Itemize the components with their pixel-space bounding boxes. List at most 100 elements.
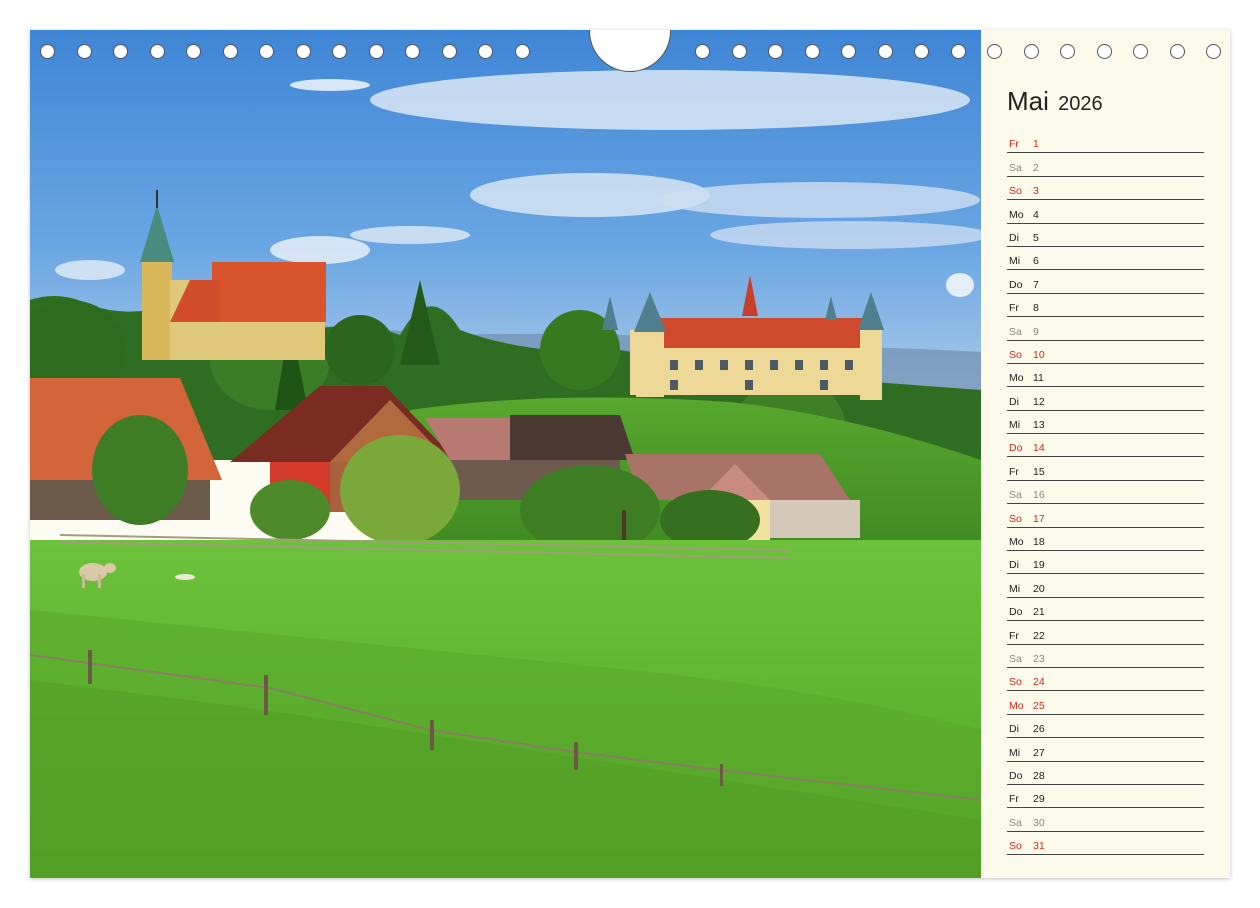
day-number: 9	[1033, 325, 1039, 338]
day-row: So 31	[1007, 832, 1204, 856]
day-row: Fr 15	[1007, 457, 1204, 481]
day-row: Di 26	[1007, 715, 1204, 739]
day-row: Mo 11	[1007, 364, 1204, 388]
day-number: 18	[1033, 536, 1045, 549]
weekday-label: Di	[1009, 395, 1019, 408]
day-number: 25	[1033, 699, 1045, 712]
weekday-label: Fr	[1009, 629, 1019, 642]
day-number: 3	[1033, 185, 1039, 198]
day-row: Mo 18	[1007, 528, 1204, 552]
day-row: Di 19	[1007, 551, 1204, 575]
day-row: Di 12	[1007, 387, 1204, 411]
day-number: 8	[1033, 302, 1039, 315]
day-number: 13	[1033, 419, 1045, 432]
weekday-label: Di	[1009, 723, 1019, 736]
day-number: 15	[1033, 465, 1045, 478]
weekday-label: Do	[1009, 606, 1023, 619]
day-row: Do 7	[1007, 270, 1204, 294]
day-number: 5	[1033, 231, 1039, 244]
day-row: So 3	[1007, 177, 1204, 201]
year: 2026	[1058, 93, 1103, 115]
day-row: Do 21	[1007, 598, 1204, 622]
day-number: 19	[1033, 559, 1045, 572]
day-number: 2	[1033, 161, 1039, 174]
day-number: 23	[1033, 652, 1045, 665]
weekday-label: So	[1009, 676, 1022, 689]
landscape-photo	[30, 30, 981, 878]
day-row: So 17	[1007, 504, 1204, 528]
weekday-label: Sa	[1009, 489, 1022, 502]
day-row: Do 14	[1007, 434, 1204, 458]
month-name: Mai	[1007, 86, 1049, 116]
day-row: So 24	[1007, 668, 1204, 692]
weekday-label: Mi	[1009, 582, 1021, 595]
day-number: 28	[1033, 769, 1045, 782]
day-number: 11	[1033, 372, 1044, 385]
weekday-label: Mo	[1009, 372, 1024, 385]
day-row: Sa 16	[1007, 481, 1204, 505]
weekday-label: Sa	[1009, 816, 1022, 829]
weekday-label: Mo	[1009, 699, 1024, 712]
day-row: Fr 22	[1007, 621, 1204, 645]
weekday-label: Do	[1009, 278, 1023, 291]
day-row: Sa 23	[1007, 645, 1204, 668]
weekday-label: Fr	[1009, 465, 1019, 478]
calendar-page: Mai 2026 Fr 1 Sa 2 So 3 Mo 4 Di 5 Mi 6 Do 7 Fr 8 Sa 9 So 10…	[30, 30, 1230, 878]
weekday-label: Sa	[1009, 325, 1022, 338]
day-row: Fr 1	[1007, 130, 1204, 154]
day-number: 29	[1033, 793, 1045, 806]
day-row: Mi 27	[1007, 738, 1204, 762]
day-number: 26	[1033, 723, 1045, 736]
weekday-label: So	[1009, 348, 1022, 361]
day-row: Mo 25	[1007, 691, 1204, 715]
day-number: 30	[1033, 816, 1045, 829]
weekday-label: Di	[1009, 559, 1019, 572]
day-number: 22	[1033, 629, 1045, 642]
day-row: Mi 6	[1007, 247, 1204, 271]
weekday-label: Fr	[1009, 302, 1019, 315]
weekday-label: Sa	[1009, 652, 1022, 665]
day-row: Sa 2	[1007, 153, 1204, 177]
weekday-label: Mo	[1009, 536, 1024, 549]
day-row: Mi 13	[1007, 411, 1204, 435]
weekday-label: Fr	[1009, 793, 1019, 806]
day-row: Do 28	[1007, 762, 1204, 785]
day-number: 27	[1033, 746, 1045, 759]
weekday-label: So	[1009, 512, 1022, 525]
weekday-label: Mo	[1009, 208, 1024, 221]
day-row: Di 5	[1007, 224, 1204, 247]
day-number: 16	[1033, 489, 1045, 502]
weekday-label: Mi	[1009, 255, 1021, 268]
day-number: 20	[1033, 582, 1045, 595]
day-number: 14	[1033, 442, 1045, 455]
day-number: 17	[1033, 512, 1045, 525]
day-row: Fr 29	[1007, 785, 1204, 809]
day-number: 4	[1033, 208, 1039, 221]
calendar-sidebar: Mai 2026 Fr 1 Sa 2 So 3 Mo 4 Di 5 Mi 6 Do 7 Fr 8 Sa 9 So 10…	[981, 30, 1230, 878]
weekday-label: Mi	[1009, 746, 1021, 759]
weekday-label: So	[1009, 185, 1022, 198]
day-row: Sa 9	[1007, 317, 1204, 341]
day-number: 1	[1033, 138, 1039, 151]
day-list: Fr 1 Sa 2 So 3 Mo 4 Di 5 Mi 6 Do 7 Fr 8 Sa 9 So 10 Mo 11 Di 12 M…	[1007, 130, 1204, 856]
weekday-label: Sa	[1009, 161, 1022, 174]
day-number: 7	[1033, 278, 1039, 291]
weekday-label: Di	[1009, 231, 1019, 244]
weekday-label: Mi	[1009, 419, 1021, 432]
day-number: 24	[1033, 676, 1045, 689]
day-row: Mo 4	[1007, 200, 1204, 224]
day-number: 31	[1033, 840, 1045, 853]
day-number: 10	[1033, 348, 1045, 361]
day-row: Sa 30	[1007, 808, 1204, 832]
weekday-label: So	[1009, 840, 1022, 853]
day-row: So 10	[1007, 341, 1204, 364]
day-number: 6	[1033, 255, 1039, 268]
weekday-label: Fr	[1009, 138, 1019, 151]
weekday-label: Do	[1009, 769, 1023, 782]
day-row: Fr 8	[1007, 294, 1204, 318]
day-row: Mi 20	[1007, 574, 1204, 598]
day-number: 21	[1033, 606, 1045, 619]
weekday-label: Do	[1009, 442, 1023, 455]
day-number: 12	[1033, 395, 1045, 408]
month-title: Mai 2026	[1007, 86, 1103, 117]
